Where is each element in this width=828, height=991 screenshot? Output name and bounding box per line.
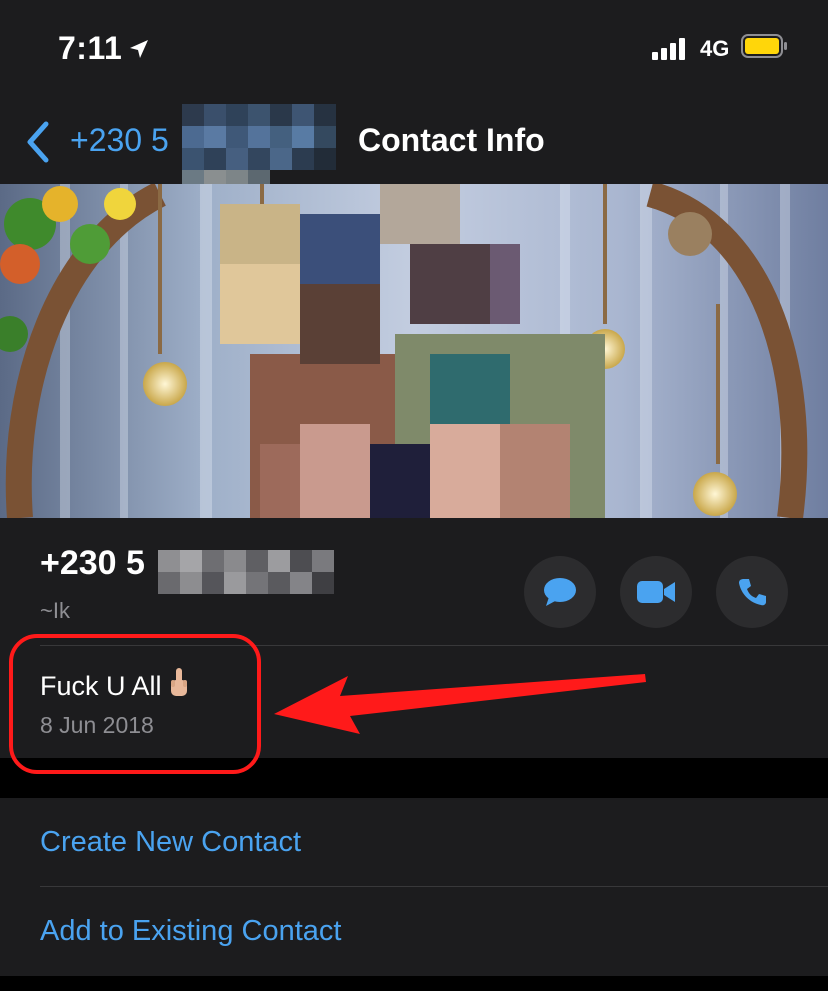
signal-icon bbox=[652, 38, 685, 60]
message-icon bbox=[544, 578, 576, 606]
page-title: Contact Info bbox=[358, 122, 545, 158]
create-new-contact-button[interactable]: Create New Contact bbox=[40, 826, 301, 859]
contact-username: ~Ik bbox=[40, 598, 70, 623]
video-call-button[interactable] bbox=[620, 556, 692, 628]
network-type: 4G bbox=[700, 36, 730, 61]
back-chevron-icon[interactable] bbox=[24, 120, 52, 164]
contact-phone-number: +230 5 bbox=[40, 544, 145, 582]
highlight-circle bbox=[9, 634, 261, 774]
profile-photo[interactable] bbox=[0, 184, 828, 518]
status-time: 7:11 bbox=[58, 30, 123, 66]
divider bbox=[40, 886, 828, 887]
location-arrow-icon bbox=[130, 40, 148, 58]
red-arrow-annotation bbox=[274, 674, 646, 734]
section-gap bbox=[0, 976, 828, 991]
redacted-phone-blur bbox=[158, 528, 358, 602]
phone-icon bbox=[739, 579, 766, 606]
navigation-bar: +230 5 Contact Info bbox=[0, 92, 828, 192]
contact-header: +230 5 ~Ik bbox=[0, 518, 828, 646]
redacted-number-blur bbox=[182, 92, 336, 192]
status-bar: 7:11 4G bbox=[0, 0, 828, 100]
voice-call-button[interactable] bbox=[716, 556, 788, 628]
contact-actions-list: Create New Contact Add to Existing Conta… bbox=[0, 798, 828, 976]
battery-icon bbox=[741, 34, 787, 58]
add-to-existing-contact-button[interactable]: Add to Existing Contact bbox=[40, 915, 341, 948]
video-icon bbox=[637, 581, 675, 603]
back-button-label[interactable]: +230 5 bbox=[70, 122, 169, 159]
message-button[interactable] bbox=[524, 556, 596, 628]
